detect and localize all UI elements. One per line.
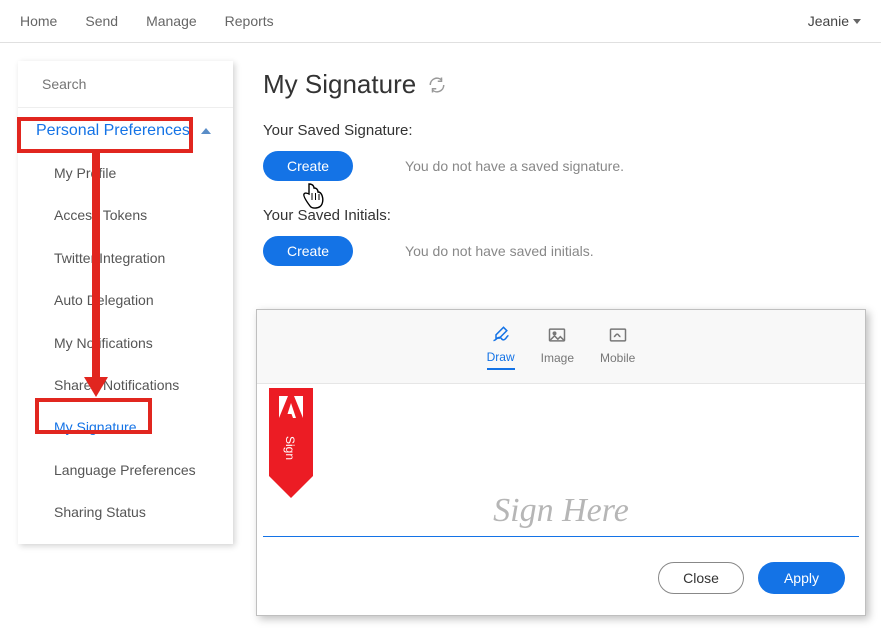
sidebar-item-sharing-status[interactable]: Sharing Status xyxy=(18,491,233,533)
tab-mobile-label: Mobile xyxy=(600,351,635,365)
sidebar-item-access-tokens[interactable]: Access Tokens xyxy=(18,194,233,236)
create-signature-button[interactable]: Create xyxy=(263,151,353,181)
sidebar-item-my-profile[interactable]: My Profile xyxy=(18,152,233,194)
initials-empty-text: You do not have saved initials. xyxy=(405,243,594,259)
initials-heading: Your Saved Initials: xyxy=(263,207,851,224)
chevron-up-icon xyxy=(201,128,211,134)
sign-here-placeholder: Sign Here xyxy=(257,384,865,536)
signature-heading: Your Saved Signature: xyxy=(263,122,851,139)
caret-down-icon xyxy=(853,19,861,24)
sidebar-item-shared-notifications[interactable]: Shared Notifications xyxy=(18,364,233,406)
sidebar-section-header[interactable]: Personal Preferences xyxy=(18,108,233,152)
tab-draw[interactable]: Draw xyxy=(487,324,515,370)
signature-canvas[interactable]: Sign Sign Here xyxy=(257,384,865,554)
nav-manage[interactable]: Manage xyxy=(146,13,197,29)
nav-reports[interactable]: Reports xyxy=(225,13,274,29)
nav-home[interactable]: Home xyxy=(20,13,57,29)
signature-line xyxy=(263,536,859,537)
signature-panel: Draw Image Mobile Sign Sign Here Close A… xyxy=(256,309,866,616)
tab-mobile[interactable]: Mobile xyxy=(600,325,635,369)
user-menu[interactable]: Jeanie xyxy=(808,13,861,29)
refresh-icon[interactable] xyxy=(428,76,446,94)
sidebar-item-my-signature[interactable]: My Signature xyxy=(18,406,233,448)
close-button[interactable]: Close xyxy=(658,562,744,594)
apply-button[interactable]: Apply xyxy=(758,562,845,594)
signature-tabs: Draw Image Mobile xyxy=(257,310,865,384)
page-title: My Signature xyxy=(263,69,416,100)
top-nav: Home Send Manage Reports Jeanie xyxy=(0,0,881,43)
create-initials-button[interactable]: Create xyxy=(263,236,353,266)
sidebar-item-my-notifications[interactable]: My Notifications xyxy=(18,322,233,364)
tab-draw-label: Draw xyxy=(487,350,515,364)
signature-empty-text: You do not have a saved signature. xyxy=(405,158,624,174)
search-row[interactable] xyxy=(18,61,233,108)
sidebar-item-twitter-integration[interactable]: Twitter Integration xyxy=(18,237,233,279)
tab-image[interactable]: Image xyxy=(541,325,574,369)
sidebar-section-label: Personal Preferences xyxy=(30,118,196,144)
sidebar: Personal Preferences My Profile Access T… xyxy=(18,61,233,544)
search-input[interactable] xyxy=(42,76,223,92)
sidebar-item-language-preferences[interactable]: Language Preferences xyxy=(18,449,233,491)
nav-send[interactable]: Send xyxy=(85,13,118,29)
sidebar-item-auto-delegation[interactable]: Auto Delegation xyxy=(18,279,233,321)
tab-image-label: Image xyxy=(541,351,574,365)
user-name: Jeanie xyxy=(808,13,849,29)
